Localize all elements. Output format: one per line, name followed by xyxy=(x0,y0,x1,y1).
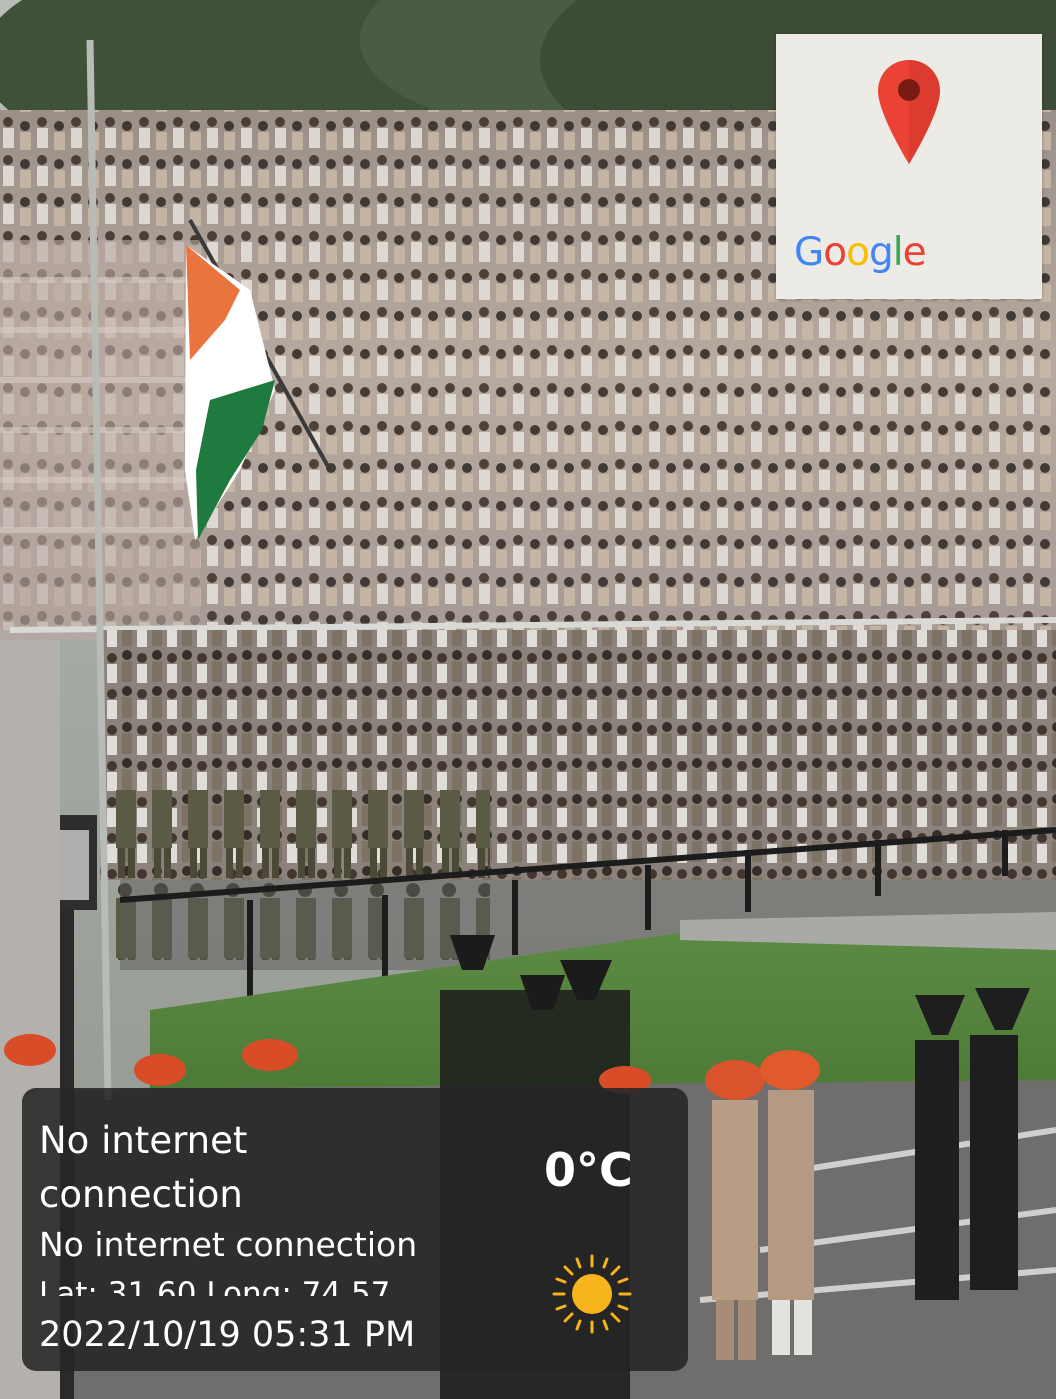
google-logo: Google xyxy=(794,230,927,275)
gps-coordinates: Lat: 31.60 Long: 74.57 xyxy=(39,1276,391,1296)
network-status-secondary: No internet connection xyxy=(39,1225,418,1264)
sun-icon xyxy=(552,1254,632,1334)
map-pin-icon xyxy=(878,60,940,164)
location-stamp-overlay: No internet connection No internet conne… xyxy=(22,1088,688,1371)
google-logo-letter: G xyxy=(794,230,824,275)
network-status-primary: No internet connection xyxy=(39,1119,248,1216)
timestamp: 2022/10/19 05:31 PM xyxy=(39,1315,416,1355)
temperature-reading: 0°C xyxy=(544,1143,633,1197)
google-logo-letter: e xyxy=(902,230,927,275)
map-thumbnail[interactable]: Google xyxy=(776,34,1042,299)
google-logo-letter: g xyxy=(868,230,894,275)
google-logo-letter: o xyxy=(846,230,870,275)
google-logo-letter: l xyxy=(892,230,904,275)
google-logo-letter: o xyxy=(823,230,847,275)
